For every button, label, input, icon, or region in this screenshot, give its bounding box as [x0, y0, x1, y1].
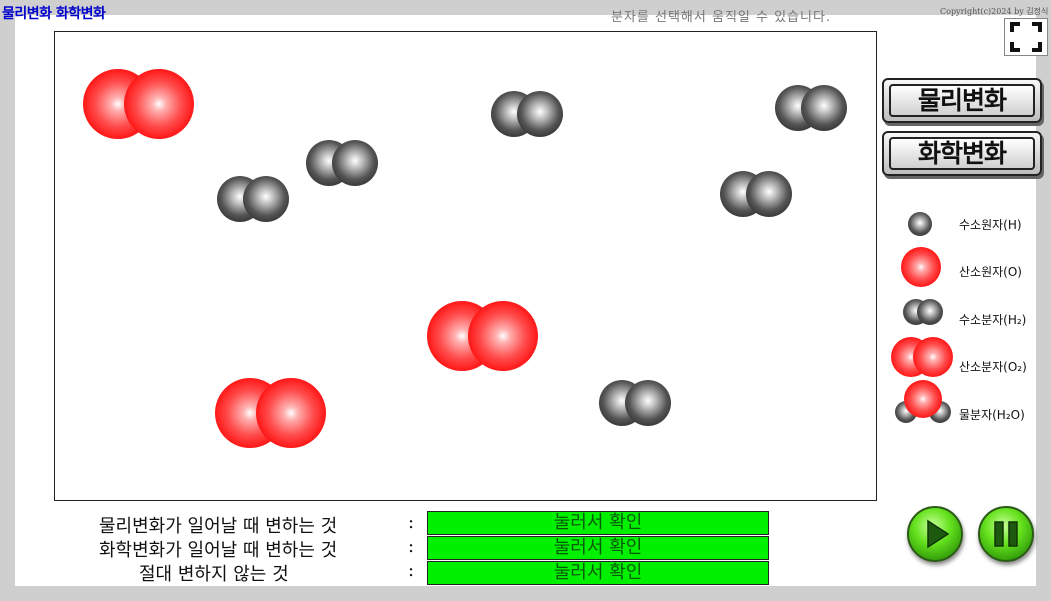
answer-button-unchanged[interactable]: 눌러서 확인	[427, 561, 769, 585]
physical-change-label: 물리변화	[889, 84, 1035, 117]
physical-change-button[interactable]: 물리변화	[882, 78, 1042, 123]
answer-button-chemical[interactable]: 눌러서 확인	[427, 536, 769, 560]
question-label-unchanged: 절대 변하지 않는 것	[139, 564, 289, 585]
hydrogen-molecule[interactable]	[217, 176, 289, 222]
legend-oxygen-atom: 산소원자(O)	[959, 265, 1022, 279]
pause-button[interactable]	[978, 506, 1034, 562]
instruction-text: 분자를 선택해서 움직일 수 있습니다.	[611, 10, 832, 25]
legend-oxygen-molecule: 산소분자(O₂)	[959, 360, 1027, 374]
question-label-chemical: 화학변화가 일어날 때 변하는 것	[99, 540, 338, 561]
hydrogen-molecule[interactable]	[491, 91, 563, 137]
play-button[interactable]	[907, 506, 963, 562]
legend-hydrogen-atom: 수소원자(H)	[959, 218, 1022, 232]
legend-hydrogen-molecule: 수소분자(H₂)	[959, 313, 1027, 327]
hydrogen-molecule[interactable]	[775, 85, 847, 131]
oxygen-molecule[interactable]	[83, 69, 194, 139]
hydrogen-atom-icon	[908, 212, 932, 236]
chemical-change-label: 화학변화	[889, 137, 1035, 170]
water-molecule-icon	[895, 380, 953, 424]
play-icon	[927, 519, 950, 549]
fullscreen-icon	[1010, 22, 1042, 52]
app-title: 물리변화 화학변화	[2, 6, 106, 22]
oxygen-molecule[interactable]	[427, 301, 538, 371]
question-colon: :	[408, 560, 415, 581]
fullscreen-button[interactable]	[1004, 18, 1048, 56]
oxygen-molecule-icon	[891, 337, 953, 377]
oxygen-atom-icon	[901, 247, 941, 287]
hydrogen-molecule[interactable]	[599, 380, 671, 426]
hydrogen-molecule[interactable]	[306, 140, 378, 186]
question-colon: :	[408, 536, 415, 557]
question-colon: :	[408, 512, 415, 533]
oxygen-molecule[interactable]	[215, 378, 326, 448]
pause-icon	[994, 521, 1018, 547]
answer-button-physical[interactable]: 눌러서 확인	[427, 511, 769, 535]
legend-water-molecule: 물분자(H₂O)	[959, 408, 1025, 422]
chemical-change-button[interactable]: 화학변화	[882, 131, 1042, 176]
copyright-text: Copyright(c)2024 by 김정식	[940, 7, 1049, 16]
hydrogen-molecule-icon	[903, 299, 943, 326]
question-label-physical: 물리변화가 일어날 때 변하는 것	[99, 516, 338, 537]
hydrogen-molecule[interactable]	[720, 171, 792, 217]
